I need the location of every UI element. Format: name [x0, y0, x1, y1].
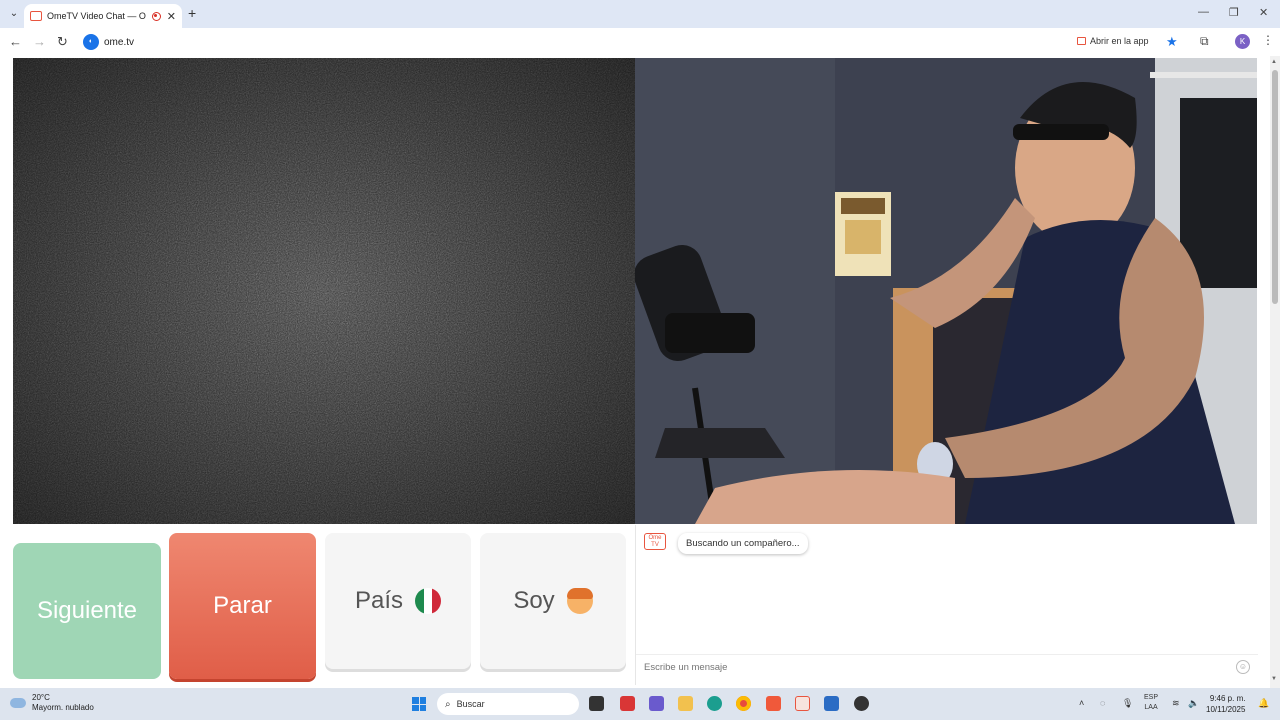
- task-view-icon[interactable]: [589, 696, 604, 711]
- notification-icon[interactable]: 🔔: [1258, 698, 1269, 709]
- extensions-icon[interactable]: ⧉: [1200, 34, 1209, 49]
- scroll-down-icon[interactable]: ▼: [1271, 676, 1277, 682]
- weather-widget[interactable]: 20°C Mayorm. nublado: [10, 693, 94, 713]
- back-icon[interactable]: ←: [9, 34, 22, 49]
- browser-toolbar: ← → ↻ ◐ ome.tv Abrir en la app ★ ⧉ K ⋮: [0, 28, 1280, 56]
- open-in-app-button[interactable]: Abrir en la app: [1077, 36, 1149, 46]
- gender-button[interactable]: Soy: [480, 533, 626, 669]
- browser-titlebar: ⌄ OmeTV Video Chat — Omegl ✕ + — ❐ ✕: [0, 0, 1280, 28]
- wifi-icon[interactable]: ≋: [1172, 698, 1180, 709]
- close-window-icon[interactable]: ✕: [1259, 6, 1268, 19]
- country-label: País: [354, 587, 404, 614]
- next-label: Siguiente: [36, 597, 138, 624]
- message-input[interactable]: [644, 661, 1236, 673]
- search-icon: ⌕: [445, 698, 451, 710]
- tray-app-icon[interactable]: ◌: [1100, 698, 1105, 708]
- store-icon[interactable]: [824, 696, 839, 711]
- language-indicator[interactable]: ESP LAA: [1144, 693, 1158, 713]
- temperature: 20°C: [32, 693, 50, 702]
- emoji-icon[interactable]: ☺: [1236, 660, 1250, 674]
- self-camera-video: [635, 58, 1257, 524]
- taskbar-clock[interactable]: 9:46 p. m. 10/11/2025: [1206, 693, 1245, 715]
- chat-input-bar: ☺: [636, 654, 1258, 679]
- stop-label: Parar: [213, 592, 272, 619]
- boy-emoji-icon: [566, 588, 593, 614]
- tray-chevron-icon[interactable]: ˄: [1079, 698, 1084, 708]
- app-icon-red[interactable]: [620, 696, 635, 711]
- restore-icon[interactable]: ❐: [1229, 6, 1239, 19]
- chat-status-message: Buscando un compañero...: [678, 533, 808, 554]
- clock-time: 9:46 p. m.: [1209, 694, 1246, 703]
- weather-text: Mayorm. nublado: [32, 703, 94, 712]
- clock-date: 10/11/2025: [1206, 705, 1246, 714]
- taskbar-search[interactable]: ⌕ Buscar: [437, 693, 579, 715]
- page-content: Siguiente Parar País Soy Ome TV Buscando…: [0, 56, 1270, 688]
- forward-icon[interactable]: →: [33, 34, 46, 49]
- chat-panel: Ome TV Buscando un compañero... ☺: [635, 525, 1258, 685]
- bookmark-star-icon[interactable]: ★: [1166, 34, 1178, 50]
- mexico-flag-icon: [415, 588, 442, 614]
- tab-search-icon[interactable]: ⌄: [6, 6, 22, 22]
- next-button[interactable]: Siguiente: [13, 543, 161, 679]
- edge-icon[interactable]: [707, 696, 722, 711]
- stranger-video: [13, 58, 635, 524]
- scroll-thumb[interactable]: [1272, 70, 1278, 304]
- ometv-logo-icon: Ome TV: [644, 533, 666, 550]
- scroll-up-icon[interactable]: ▲: [1271, 59, 1277, 65]
- site-info-icon[interactable]: ◐: [83, 34, 99, 50]
- tab-title: OmeTV Video Chat — Omegl: [47, 11, 146, 21]
- app-icon: [1077, 37, 1086, 45]
- reload-icon[interactable]: ↻: [57, 34, 68, 50]
- volume-icon[interactable]: 🔈: [1188, 698, 1199, 709]
- browser-menu-icon[interactable]: ⋮: [1262, 33, 1274, 47]
- app-icon-dark[interactable]: [854, 696, 869, 711]
- gender-label: Soy: [513, 587, 555, 614]
- cloud-icon: [10, 698, 26, 708]
- windows-taskbar: 20°C Mayorm. nublado ⌕ Buscar ˄ ◌ 🎙 ESP …: [0, 688, 1280, 720]
- page-scrollbar[interactable]: ▲ ▼: [1270, 56, 1280, 688]
- ometv-app-icon[interactable]: [795, 696, 810, 711]
- recording-icon: [151, 11, 161, 21]
- language-sub: LAA: [1144, 704, 1158, 711]
- profile-avatar[interactable]: K: [1235, 34, 1250, 49]
- url-text: ome.tv: [104, 36, 135, 48]
- language-code: ESP: [1144, 694, 1159, 701]
- stop-button[interactable]: Parar: [169, 533, 316, 679]
- browser-tab[interactable]: OmeTV Video Chat — Omegl ✕: [24, 4, 182, 28]
- windows-start-icon[interactable]: [412, 697, 426, 711]
- new-tab-button[interactable]: +: [188, 5, 196, 21]
- open-in-app-label: Abrir en la app: [1090, 36, 1149, 46]
- teams-icon[interactable]: [649, 696, 664, 711]
- minimize-icon[interactable]: —: [1198, 6, 1209, 18]
- address-bar[interactable]: ◐ ome.tv: [80, 31, 1190, 53]
- file-explorer-icon[interactable]: [678, 696, 693, 711]
- country-filter-button[interactable]: País: [325, 533, 471, 669]
- microphone-icon[interactable]: 🎙: [1122, 698, 1133, 709]
- close-tab-icon[interactable]: ✕: [167, 10, 176, 23]
- ometv-favicon-icon: [30, 11, 42, 21]
- brave-icon[interactable]: [766, 696, 781, 711]
- chrome-icon[interactable]: [736, 696, 751, 711]
- search-label: Buscar: [456, 699, 485, 709]
